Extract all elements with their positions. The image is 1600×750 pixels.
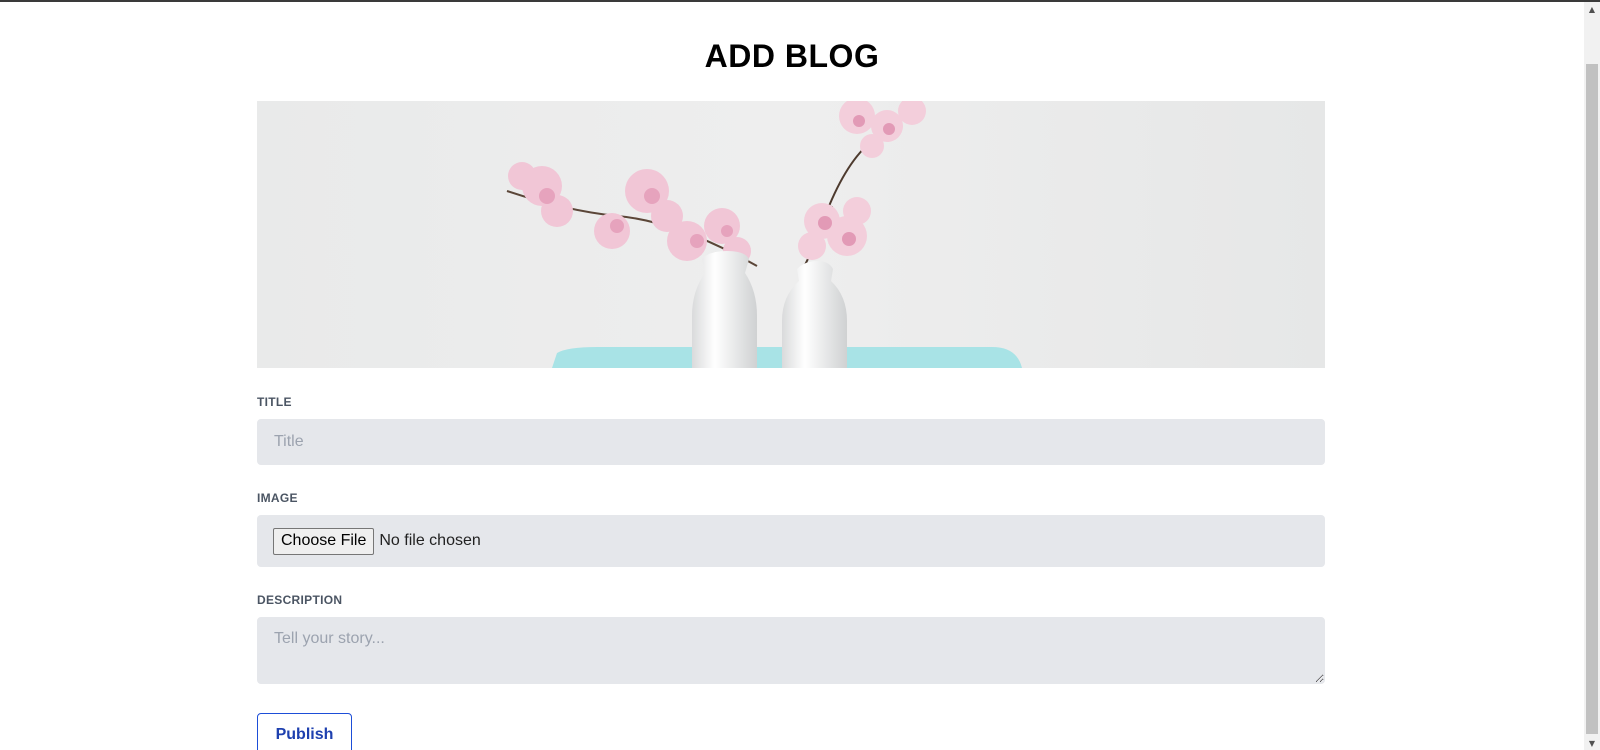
image-file-field: Choose File No file chosen [257, 515, 1325, 567]
hero-image [257, 101, 1325, 368]
description-label: DESCRIPTION [257, 593, 343, 607]
choose-file-button[interactable]: Choose File [273, 527, 375, 555]
vertical-scrollbar[interactable]: ▲ ▼ [1584, 2, 1600, 750]
page-title: ADD BLOG [704, 38, 880, 74]
publish-button[interactable]: Publish [257, 713, 352, 750]
scroll-down-icon[interactable]: ▼ [1584, 736, 1600, 750]
description-textarea[interactable] [257, 617, 1325, 684]
title-input[interactable] [257, 419, 1325, 465]
add-blog-page: ADD BLOG TITLE Title IMAGE Choose File N… [0, 2, 1584, 750]
image-label: IMAGE [257, 491, 298, 505]
cherry-blossom-vases-image [257, 101, 1325, 368]
scroll-up-icon[interactable]: ▲ [1584, 2, 1600, 16]
scroll-thumb[interactable] [1586, 64, 1598, 734]
file-status: No file chosen [379, 532, 481, 549]
title-label: TITLE [257, 395, 292, 409]
